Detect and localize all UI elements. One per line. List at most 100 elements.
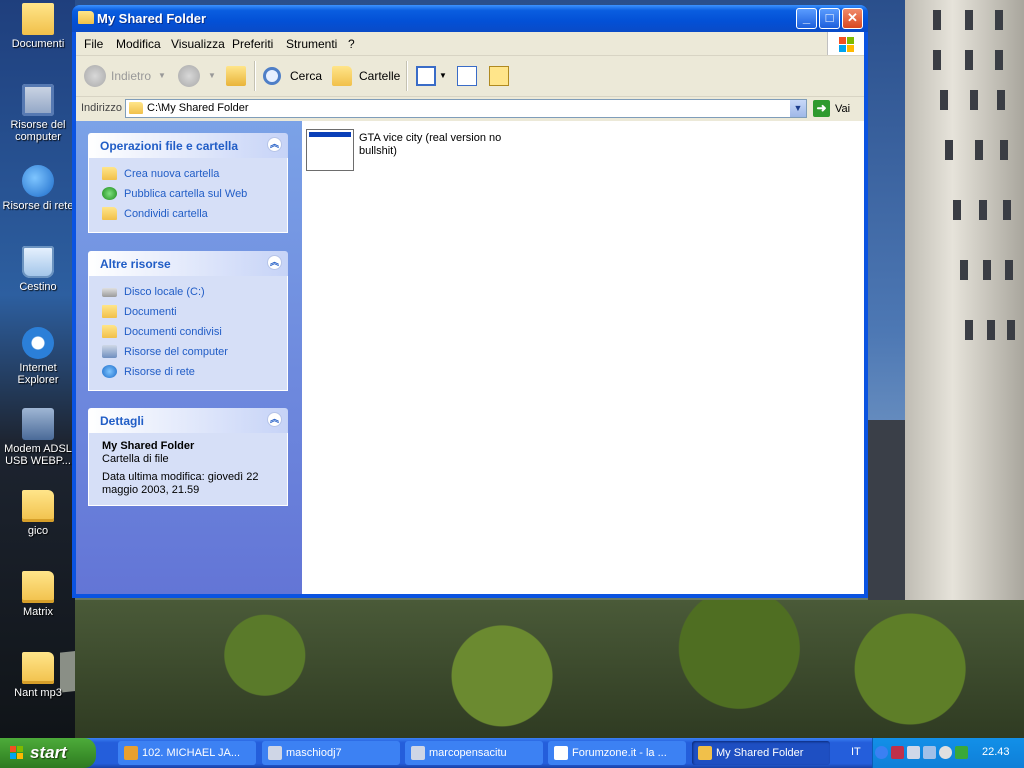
link-documents[interactable]: Documenti (89, 302, 287, 322)
address-dropdown-icon[interactable]: ▼ (790, 100, 806, 117)
menu-visualizza[interactable]: Visualizza (171, 37, 225, 51)
browser-icon (554, 746, 568, 760)
web-publish-icon (102, 187, 117, 200)
hard-disk-icon (102, 288, 117, 297)
window-frame: File Modifica Visualizza Preferiti Strum… (76, 32, 864, 594)
menu-modifica[interactable]: Modifica (116, 37, 161, 51)
windows-logo-icon (827, 32, 864, 55)
taskbar-button[interactable]: Forumzone.it - la ... (548, 741, 686, 765)
windows-flag-icon (10, 746, 24, 760)
task-label: Condividi cartella (124, 208, 208, 220)
desktop-icon-recycle-bin[interactable]: Cestino (1, 246, 75, 293)
taskbar-label: 102. MICHAEL JA... (142, 747, 241, 759)
task-create-folder[interactable]: Crea nuova cartella (89, 164, 287, 184)
menu-strumenti[interactable]: Strumenti (286, 37, 337, 51)
start-button[interactable]: start (0, 738, 96, 768)
panel-other-places: Altre risorse ︽ Disco locale (C:) Docume… (88, 251, 288, 391)
file-item[interactable]: GTA vice city (real version no bullshit) (306, 129, 506, 173)
desktop-icon-internet-explorer[interactable]: Internet Explorer (1, 327, 75, 386)
link-label: Risorse del computer (124, 346, 228, 358)
close-button[interactable]: ✕ (842, 8, 863, 29)
details-modified: Data ultima modifica: giovedì 22 maggio … (102, 471, 259, 496)
desktop-icon-matrix[interactable]: Matrix (1, 571, 75, 618)
search-button[interactable]: Cerca (290, 56, 322, 96)
desktop-icon-label: Documenti (11, 38, 65, 50)
file-list[interactable]: GTA vice city (real version no bullshit) (302, 121, 864, 594)
desktop-icon-modem[interactable]: Modem ADSL USB WEBP... (1, 408, 75, 467)
maximize-button[interactable]: □ (819, 8, 840, 29)
forward-button[interactable] (178, 65, 200, 87)
desktop-icon-gico[interactable]: gico (1, 490, 75, 537)
panel-file-operations: Operazioni file e cartella ︽ Crea nuova … (88, 133, 288, 233)
views-button[interactable] (416, 66, 436, 86)
link-label: Documenti condivisi (124, 326, 222, 338)
taskbar-button-active[interactable]: My Shared Folder (692, 741, 830, 765)
tray-network-icon[interactable] (923, 746, 936, 759)
desktop-icon-my-computer[interactable]: Risorse del computer (1, 84, 75, 143)
desktop-icon-network[interactable]: Risorse di rete (1, 165, 75, 212)
go-arrow-icon[interactable]: ➜ (813, 100, 830, 117)
paste-button[interactable] (489, 66, 509, 86)
copy-to-button[interactable] (457, 66, 477, 86)
collapse-chevron-icon[interactable]: ︽ (267, 255, 282, 270)
panel-header[interactable]: Operazioni file e cartella ︽ (88, 133, 288, 158)
forward-dropdown-icon[interactable]: ▼ (208, 56, 216, 96)
taskbar-button[interactable]: 102. MICHAEL JA... (118, 741, 256, 765)
menu-help[interactable]: ? (348, 37, 355, 51)
task-publish-web[interactable]: Pubblica cartella sul Web (89, 184, 287, 204)
folder-icon (78, 11, 94, 24)
desktop-icon-nant-mp3[interactable]: Nant mp3 (1, 652, 75, 699)
panel-body: My Shared Folder Cartella di file Data u… (88, 433, 288, 506)
link-label: Disco locale (C:) (124, 286, 205, 298)
panel-header[interactable]: Dettagli ︽ (88, 408, 288, 433)
panel-header[interactable]: Altre risorse ︽ (88, 251, 288, 276)
address-value: C:\My Shared Folder (147, 102, 249, 114)
taskbar-button[interactable]: marcopensacitu (405, 741, 543, 765)
link-shared-documents[interactable]: Documenti condivisi (89, 322, 287, 342)
taskbar-label: marcopensacitu (429, 747, 507, 759)
link-network[interactable]: Risorse di rete (89, 362, 287, 382)
start-label: start (30, 743, 67, 762)
address-field[interactable]: C:\My Shared Folder ▼ (125, 99, 807, 118)
desktop-icon-label: Matrix (23, 606, 53, 618)
tray-connection-icon[interactable] (955, 746, 968, 759)
chat-icon (268, 746, 282, 760)
explorer-window: My Shared Folder _ □ ✕ File Modifica Vis… (72, 5, 868, 598)
link-local-disk[interactable]: Disco locale (C:) (89, 282, 287, 302)
clock[interactable]: 22.43 (982, 746, 1010, 758)
tray-expand-icon[interactable] (875, 746, 888, 759)
menu-file[interactable]: File (84, 37, 103, 51)
panel-title: Altre risorse (100, 257, 171, 271)
taskbar-button[interactable]: maschiodj7 (262, 741, 400, 765)
task-share-folder[interactable]: Condividi cartella (89, 204, 287, 224)
documents-folder-icon (102, 305, 117, 318)
collapse-chevron-icon[interactable]: ︽ (267, 137, 282, 152)
title-bar[interactable]: My Shared Folder _ □ ✕ (72, 5, 868, 32)
tray-monitor-icon[interactable] (907, 746, 920, 759)
address-bar: Indirizzo C:\My Shared Folder ▼ ➜ Vai (76, 97, 864, 121)
link-my-computer[interactable]: Risorse del computer (89, 342, 287, 362)
folders-button[interactable]: Cartelle (359, 56, 400, 96)
menu-preferiti[interactable]: Preferiti (232, 37, 273, 51)
language-indicator[interactable]: IT (851, 746, 861, 758)
tray-messenger-icon[interactable] (891, 746, 904, 759)
background-trees (75, 600, 1024, 738)
tray-volume-icon[interactable] (939, 746, 952, 759)
winamp-icon (124, 746, 138, 760)
go-button[interactable]: Vai (835, 103, 850, 115)
back-dropdown-icon[interactable]: ▼ (158, 56, 166, 96)
toolbar-separator (406, 61, 408, 91)
back-button[interactable]: Indietro (111, 56, 151, 96)
new-folder-icon (102, 167, 117, 180)
window-title: My Shared Folder (97, 11, 207, 26)
task-pane: Operazioni file e cartella ︽ Crea nuova … (76, 121, 302, 594)
toolbar: Indietro ▼ ▼ Cerca Cartelle ▼ (76, 56, 864, 97)
share-folder-icon (102, 207, 117, 220)
views-dropdown-icon[interactable]: ▼ (439, 56, 447, 96)
desktop-icon-label: Internet Explorer (17, 362, 59, 386)
desktop-icon-documenti[interactable]: Documenti (1, 3, 75, 50)
minimize-button[interactable]: _ (796, 8, 817, 29)
menu-bar: File Modifica Visualizza Preferiti Strum… (76, 32, 864, 56)
collapse-chevron-icon[interactable]: ︽ (267, 412, 282, 427)
up-folder-button[interactable] (226, 66, 246, 86)
